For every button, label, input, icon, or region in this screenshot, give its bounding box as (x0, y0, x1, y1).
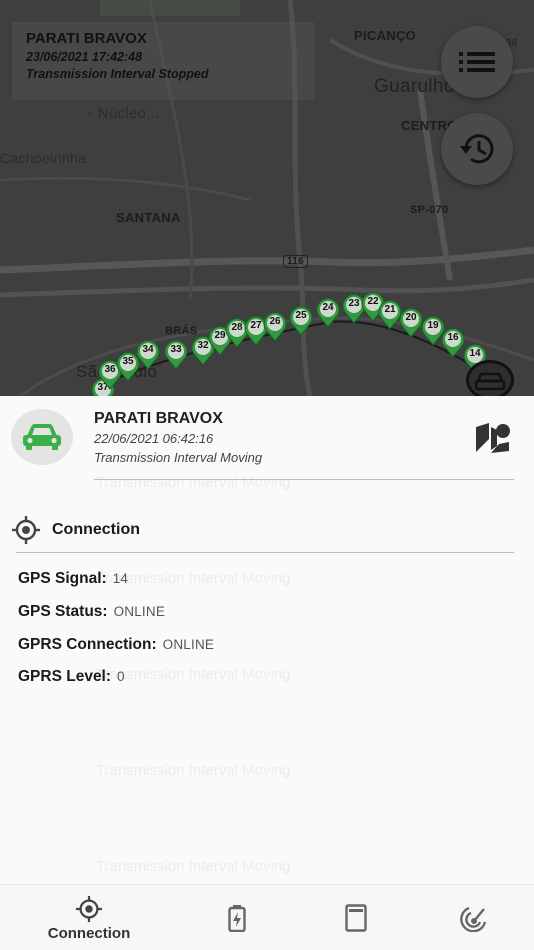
route-marker[interactable]: 34 (135, 340, 161, 370)
share-location-button[interactable] (472, 418, 514, 458)
route-marker-label: 34 (142, 344, 154, 355)
tab-battery[interactable] (212, 885, 262, 950)
share-location-icon (476, 423, 510, 453)
field-label: GPS Status: (18, 603, 108, 620)
field-gps-status: GPS Status: ONLINE (18, 603, 165, 621)
field-label: GPS Signal: (18, 570, 107, 587)
info-card-status: Transmission Interval Stopped (26, 67, 209, 81)
list-menu-icon (459, 52, 495, 72)
section-title-connection: Connection (52, 521, 140, 538)
battery-icon (228, 905, 246, 932)
map-label-br116: 116 (283, 255, 309, 268)
vehicle-status: Transmission Interval Moving (94, 450, 263, 465)
route-marker-label: 16 (447, 332, 459, 343)
field-label: GPRS Connection: (18, 636, 157, 653)
field-gps-signal: GPS Signal: 14 (18, 570, 128, 588)
field-label: GPRS Level: (18, 668, 112, 685)
route-marker-label: 33 (170, 344, 182, 355)
divider (94, 479, 514, 480)
ghost-list-item: Transmission Interval Moving (96, 858, 291, 875)
vehicle-name: PARATI BRAVOX (94, 410, 223, 427)
map-label-cachoeirinha: Cachoeirinha (0, 150, 87, 166)
gps-target-icon (12, 516, 40, 544)
tab-connection-label: Connection (47, 924, 131, 942)
gps-target-icon (75, 895, 103, 922)
field-gprs-level: GPRS Level: 0 (18, 668, 125, 686)
map-label-nucleo: - Núcleo... (88, 105, 160, 122)
history-button[interactable] (441, 113, 513, 185)
car-icon (474, 372, 506, 391)
menu-button[interactable] (441, 26, 513, 98)
info-card-datetime: 23/06/2021 17:42:48 (26, 50, 143, 64)
current-vehicle-marker[interactable] (466, 360, 514, 396)
history-icon (460, 134, 494, 164)
vehicle-datetime: 22/06/2021 06:42:16 (94, 431, 214, 446)
route-marker[interactable]: 24 (315, 298, 341, 328)
map-label-santana: SANTANA (116, 210, 181, 225)
route-marker[interactable]: 25 (288, 306, 314, 336)
map-label-guarulhos: Guarulho (374, 76, 455, 97)
tab-connection[interactable]: Connection (30, 885, 148, 950)
car-icon (23, 424, 61, 450)
field-gprs-connection: GPRS Connection: ONLINE (18, 636, 214, 654)
signal-icon (460, 906, 487, 932)
ghost-list-item: Transmission Interval Moving (96, 762, 291, 779)
divider (16, 552, 514, 553)
map-label-picanco: PICANÇO (354, 28, 417, 43)
route-marker-label: 26 (269, 316, 281, 327)
field-value: ONLINE (162, 637, 215, 652)
map-label-sp070: SP-070 (410, 204, 449, 216)
bottom-navigation: Connection (0, 884, 534, 950)
route-marker[interactable]: 33 (163, 340, 189, 370)
ghost-list-item: Transmission Interval Moving (96, 474, 291, 491)
field-value: 14 (112, 571, 129, 586)
route-marker-label: 24 (322, 302, 334, 313)
route-marker-label: 14 (469, 348, 481, 359)
vehicle-detail-sheet: Transmission Interval Moving Transmissio… (0, 396, 534, 884)
route-marker-label: 25 (295, 310, 307, 321)
route-marker[interactable]: 26 (262, 312, 288, 342)
ghost-list-item: Transmission Interval Moving (96, 666, 291, 683)
map-info-card[interactable]: PARATI BRAVOX 23/06/2021 17:42:48 Transm… (12, 22, 314, 100)
tab-device[interactable] (331, 885, 381, 950)
field-value: ONLINE (113, 604, 166, 619)
device-icon (345, 904, 367, 932)
map-view[interactable]: PICANÇO Guarulho CENTRO Cachoeirinha SAN… (0, 0, 534, 396)
vehicle-avatar (11, 409, 73, 465)
field-value: 0 (117, 669, 125, 684)
tab-signal[interactable] (449, 885, 499, 950)
info-card-title: PARATI BRAVOX (26, 30, 147, 47)
